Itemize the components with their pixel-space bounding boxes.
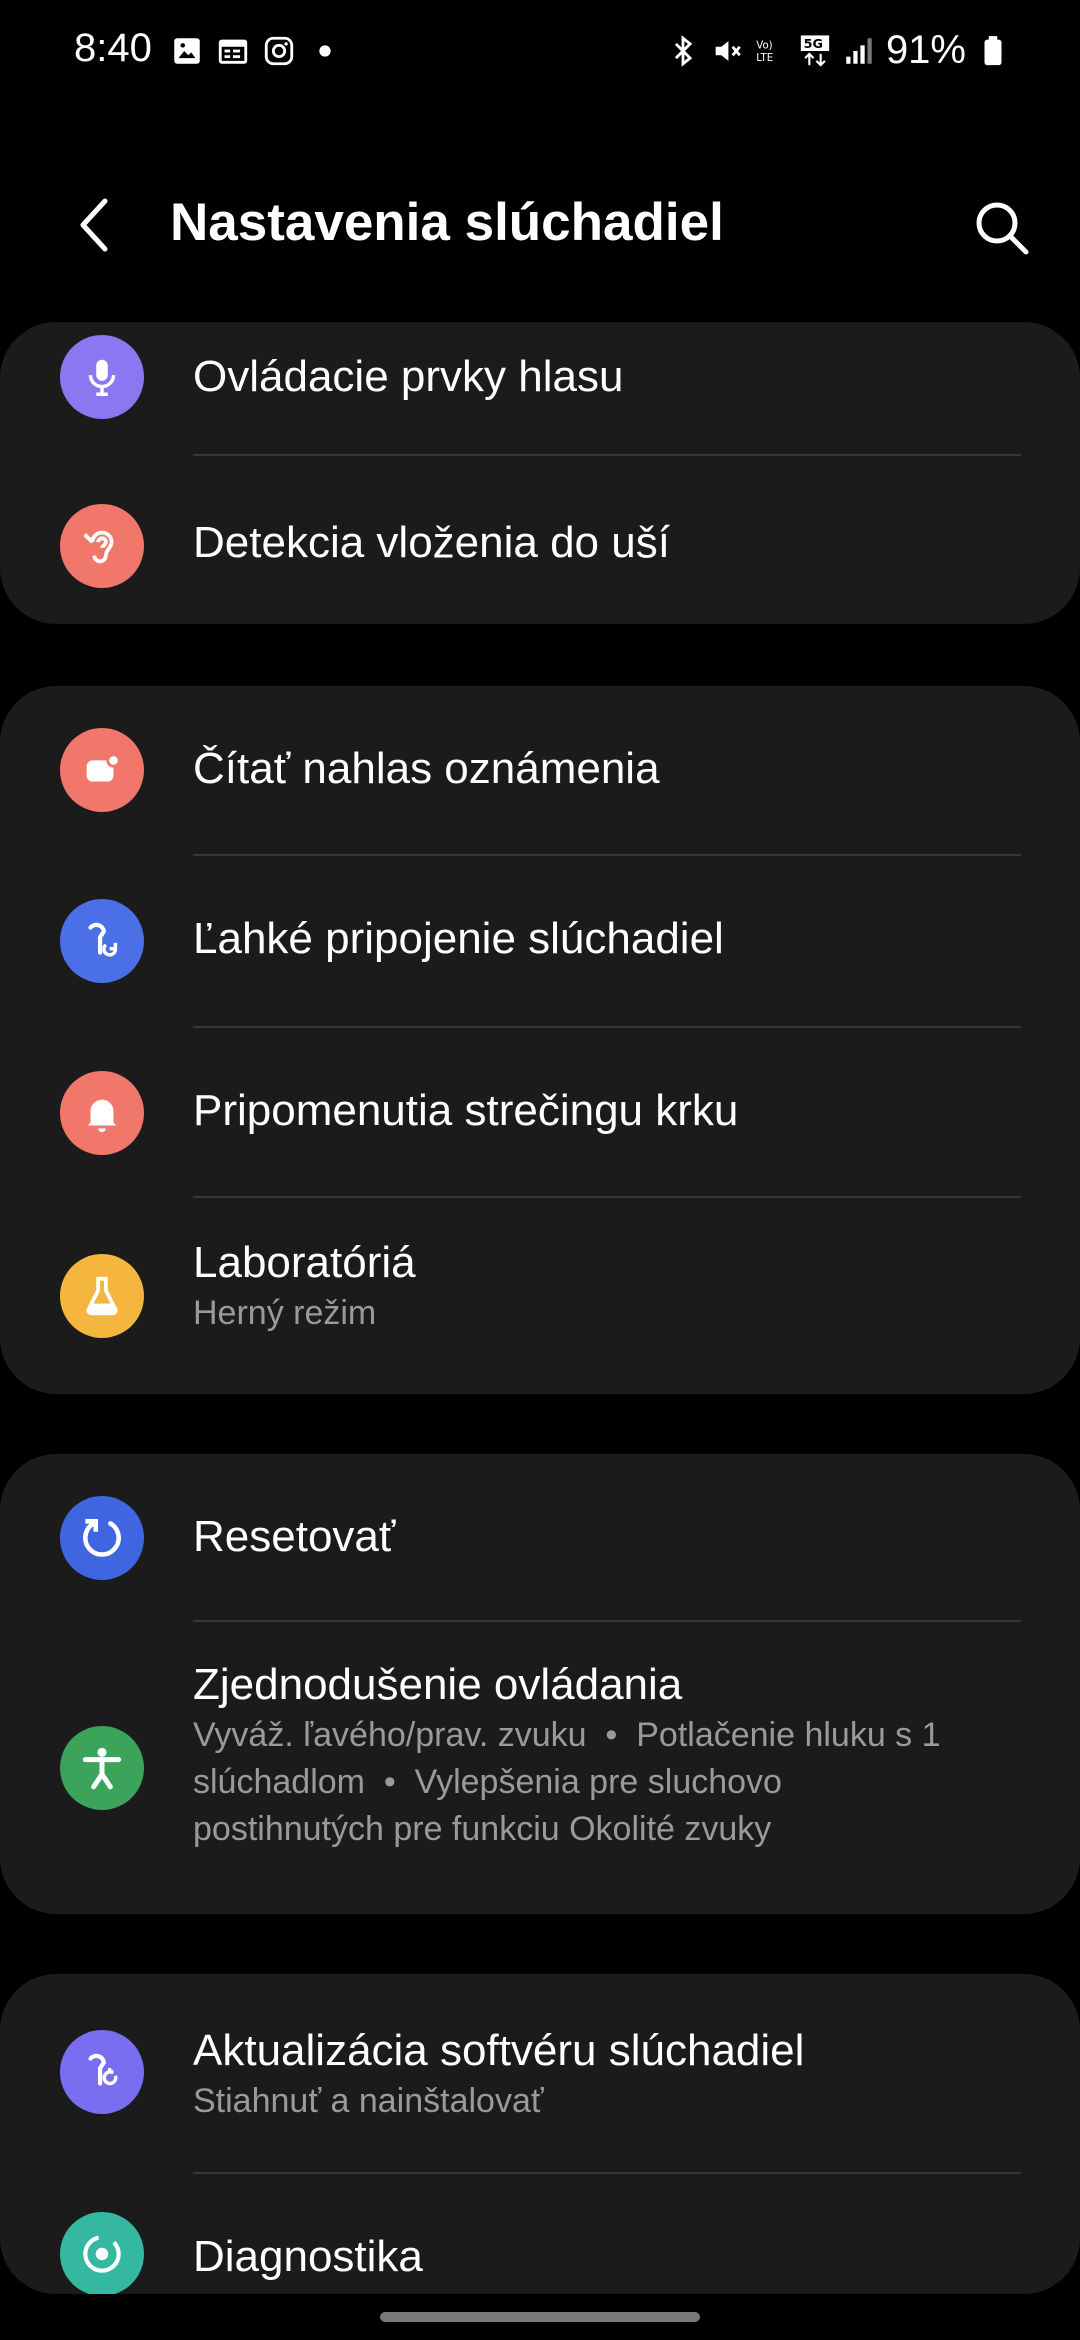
battery-percent: 91% bbox=[885, 28, 966, 72]
microphone-icon bbox=[60, 335, 144, 419]
list-item-title: Aktualizácia softvéru slúchadiel bbox=[193, 2026, 805, 2075]
diagnostics-icon bbox=[60, 2212, 144, 2294]
calendar-icon bbox=[218, 39, 248, 64]
software-update-icon bbox=[60, 2030, 144, 2114]
list-item-neck-stretch[interactable]: Pripomenutia strečingu krku bbox=[0, 1028, 1080, 1198]
dot-icon bbox=[319, 45, 331, 57]
search-button[interactable] bbox=[964, 190, 1040, 266]
search-icon bbox=[976, 202, 1029, 255]
status-left-icons bbox=[170, 34, 342, 68]
svg-text:5G: 5G bbox=[804, 37, 823, 52]
status-time: 8:40 bbox=[74, 26, 152, 70]
list-item-easy-connect[interactable]: Ľahké pripojenie slúchadiel bbox=[0, 856, 1080, 1026]
page-title: Nastavenia slúchadiel bbox=[170, 193, 724, 252]
svg-text:Vo): Vo) bbox=[756, 40, 772, 51]
flask-icon bbox=[60, 1254, 144, 1338]
list-item-labs[interactable]: Laboratóriá Herný režim bbox=[0, 1198, 1080, 1394]
list-item-title: Pripomenutia strečingu krku bbox=[193, 1086, 739, 1135]
bluetooth-icon bbox=[674, 34, 693, 67]
reset-icon bbox=[60, 1496, 144, 1580]
list-item-subtitle: Herný režim bbox=[193, 1294, 377, 1332]
list-item-software-update[interactable]: Aktualizácia softvéru slúchadiel Stiahnu… bbox=[0, 1974, 1080, 2172]
list-item-title: Resetovať bbox=[193, 1512, 396, 1561]
list-item-title: Detekcia vloženia do uší bbox=[193, 518, 670, 567]
list-item-diagnostics[interactable]: Diagnostika bbox=[0, 2174, 1080, 2294]
list-item-title: Diagnostika bbox=[193, 2232, 423, 2281]
list-item-title: Ovládacie prvky hlasu bbox=[193, 352, 624, 401]
svg-text:LTE: LTE bbox=[756, 53, 773, 64]
list-item-title: Ľahké pripojenie slúchadiel bbox=[193, 914, 724, 963]
volte-icon: Vo) LTE bbox=[756, 40, 773, 64]
accessibility-icon bbox=[60, 1726, 144, 1810]
list-item-title: Laboratóriá bbox=[193, 1238, 416, 1287]
gallery-icon bbox=[174, 38, 200, 64]
5g-icon: 5G bbox=[800, 34, 830, 67]
notification-read-icon bbox=[60, 728, 144, 812]
back-button[interactable] bbox=[60, 190, 130, 260]
settings-card-system: Resetovať Zjednodušenie ovládania Vyváž.… bbox=[0, 1454, 1080, 1914]
list-item-title: Čítať nahlas oznámenia bbox=[193, 744, 660, 793]
settings-card-voice: Ovládacie prvky hlasu Detekcia vloženia … bbox=[0, 322, 1080, 624]
list-item-title: Zjednodušenie ovládania bbox=[193, 1660, 683, 1709]
settings-card-features: Čítať nahlas oznámenia Ľahké pripojenie … bbox=[0, 686, 1080, 1394]
instagram-icon bbox=[264, 36, 294, 66]
back-arrow-icon bbox=[80, 198, 108, 252]
status-right-icons: Vo) LTE 5G 91% bbox=[666, 28, 1010, 73]
list-item-read-notifications[interactable]: Čítať nahlas oznámenia bbox=[0, 686, 1080, 854]
app-header: Nastavenia slúchadiel bbox=[0, 170, 1080, 290]
list-item-voice-controls[interactable]: Ovládacie prvky hlasu bbox=[0, 322, 1080, 432]
mute-icon bbox=[715, 40, 741, 61]
settings-card-software: Aktualizácia softvéru slúchadiel Stiahnu… bbox=[0, 1974, 1080, 2294]
home-indicator[interactable] bbox=[380, 2312, 700, 2322]
signal-icon bbox=[846, 37, 872, 64]
list-item-accessibility[interactable]: Zjednodušenie ovládania Vyváž. ľavého/pr… bbox=[0, 1622, 1080, 1914]
ear-icon bbox=[60, 504, 144, 588]
list-item-subtitle: Stiahnuť a nainštalovať bbox=[193, 2082, 544, 2120]
earbuds-connect-icon bbox=[60, 899, 144, 983]
bell-icon bbox=[60, 1071, 144, 1155]
status-bar: 8:40 Vo) LTE 5G 91% bbox=[0, 0, 1080, 110]
list-item-in-ear-detection[interactable]: Detekcia vloženia do uší bbox=[0, 456, 1080, 624]
list-item-subtitle: Vyváž. ľavého/prav. zvuku • Potlačenie h… bbox=[193, 1716, 950, 1848]
list-item-reset[interactable]: Resetovať bbox=[0, 1454, 1080, 1622]
battery-icon bbox=[984, 35, 1002, 65]
